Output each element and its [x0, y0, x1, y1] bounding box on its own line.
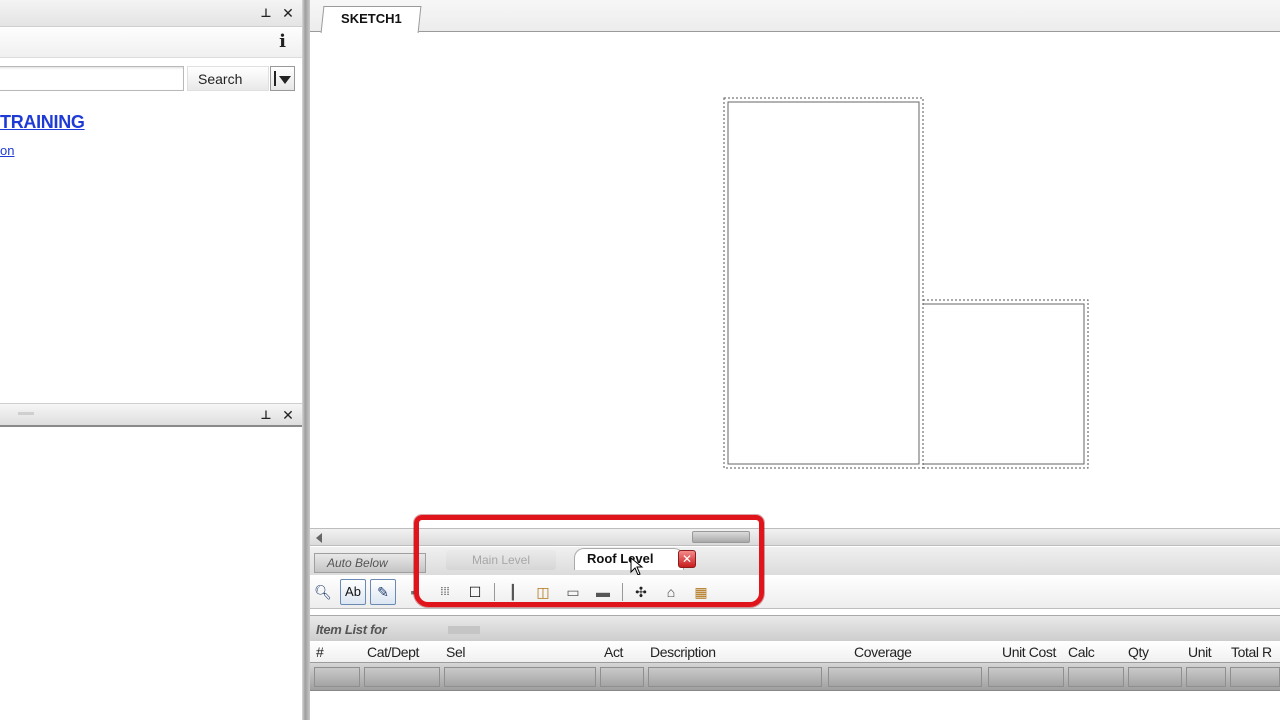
column-header[interactable]: Description — [650, 644, 716, 660]
zoom-icon[interactable]: 🔍︎ — [310, 579, 336, 605]
pane-title-bar: ⊥ ✕ — [0, 0, 304, 27]
table-cell — [828, 667, 982, 687]
toolbar-separator — [494, 583, 495, 601]
wall-icon[interactable]: ┃ — [500, 579, 526, 605]
column-header[interactable]: Unit — [1188, 644, 1212, 660]
column-header[interactable]: Qty — [1128, 644, 1149, 660]
close-level-icon[interactable]: ✕ — [678, 550, 696, 568]
search-input[interactable] — [0, 66, 184, 91]
column-header[interactable]: Sel — [446, 644, 465, 660]
opening-icon[interactable]: ▬ — [590, 579, 616, 605]
item-list-body — [310, 692, 1280, 720]
text-label-button[interactable]: Ab — [340, 579, 366, 605]
table-cell — [648, 667, 822, 687]
mouse-cursor-icon — [630, 557, 644, 576]
column-header[interactable]: Calc — [1068, 644, 1095, 660]
item-list-header: Item List for — [310, 615, 1280, 641]
divider-bar — [274, 71, 276, 86]
table-cell — [1068, 667, 1124, 687]
scroll-left-icon[interactable] — [316, 533, 322, 543]
pin-icon[interactable]: ⊥ — [258, 407, 274, 423]
table-cell — [600, 667, 644, 687]
chevron-down-icon — [279, 76, 291, 84]
table-cell — [314, 667, 360, 687]
scroll-thumb[interactable] — [692, 531, 750, 543]
column-header[interactable]: Total R — [1231, 644, 1272, 660]
table-cell — [1128, 667, 1182, 687]
search-options-dropdown[interactable] — [270, 66, 295, 91]
table-cell — [1186, 667, 1226, 687]
pin-icon[interactable]: ⊥ — [258, 5, 274, 21]
table-cell — [1230, 667, 1280, 687]
left-panel: ⊥ ✕ i Search TRAINING on ⊥ ✕ — [0, 0, 308, 720]
column-header[interactable]: Act — [604, 644, 623, 660]
room-small[interactable] — [923, 299, 1089, 469]
sketch-toolbar: 🔍︎ Ab ✎ ▪ ⁞⁞⁞ ☐ ┃ ◫ ▭ ▬ ✣ ⌂ ▦ — [310, 575, 1280, 609]
window-icon[interactable]: ▭ — [560, 579, 586, 605]
toolbar-separator — [622, 583, 623, 601]
tool-icon[interactable]: ▪ — [400, 579, 426, 605]
crosshair-icon[interactable]: ✣ — [628, 579, 654, 605]
search-button[interactable]: Search — [187, 66, 269, 91]
room-square-icon[interactable]: ☐ — [462, 579, 488, 605]
room-large[interactable] — [723, 97, 924, 469]
info-icon[interactable]: i — [279, 31, 286, 52]
pane-title-placeholder — [18, 412, 34, 415]
column-header-row: # Cat/Dept Sel Act Description Coverage … — [310, 641, 1280, 663]
fixture-icon[interactable]: ▦ — [688, 579, 714, 605]
item-list-title: Item List for — [316, 622, 387, 637]
lower-pane-title-bar: ⊥ ✕ — [0, 403, 304, 427]
auto-below-button[interactable]: Auto Below — [314, 553, 426, 573]
tab-label: SKETCH1 — [340, 11, 402, 26]
document-tab-strip: SKETCH1 — [310, 0, 1280, 33]
partial-link[interactable]: on — [0, 143, 14, 158]
title-placeholder — [448, 626, 480, 634]
sketch-drawing — [723, 97, 1089, 469]
tab-sketch1[interactable]: SKETCH1 — [320, 6, 422, 33]
sketch-canvas[interactable] — [310, 33, 1280, 528]
level-tab-strip: Auto Below Main Level Roof Level ✕ — [310, 547, 1280, 576]
edit-drawing-icon[interactable]: ✎ — [370, 579, 396, 605]
app-window: ⊥ ✕ i Search TRAINING on ⊥ ✕ SKETCH1 Aut… — [0, 0, 1280, 720]
training-link[interactable]: TRAINING — [0, 112, 85, 133]
horizontal-scrollbar[interactable] — [310, 528, 1280, 546]
column-header[interactable]: # — [316, 644, 324, 660]
tab-roof-level[interactable]: Roof Level — [574, 548, 684, 570]
column-header[interactable]: Coverage — [854, 644, 912, 660]
close-icon[interactable]: ✕ — [280, 5, 296, 21]
info-toolbar: i — [0, 28, 304, 58]
table-cell — [444, 667, 596, 687]
tab-main-level[interactable]: Main Level — [446, 550, 556, 570]
column-header[interactable]: Cat/Dept — [367, 644, 419, 660]
table-row[interactable] — [310, 663, 1280, 691]
door-icon[interactable]: ◫ — [530, 579, 556, 605]
column-header[interactable]: Unit Cost — [1002, 644, 1056, 660]
table-cell — [988, 667, 1064, 687]
stairs-icon[interactable]: ⌂ — [658, 579, 684, 605]
grid-icon[interactable]: ⁞⁞⁞ — [432, 579, 458, 605]
vertical-splitter[interactable] — [302, 0, 310, 720]
close-icon[interactable]: ✕ — [280, 407, 296, 423]
table-cell — [364, 667, 440, 687]
